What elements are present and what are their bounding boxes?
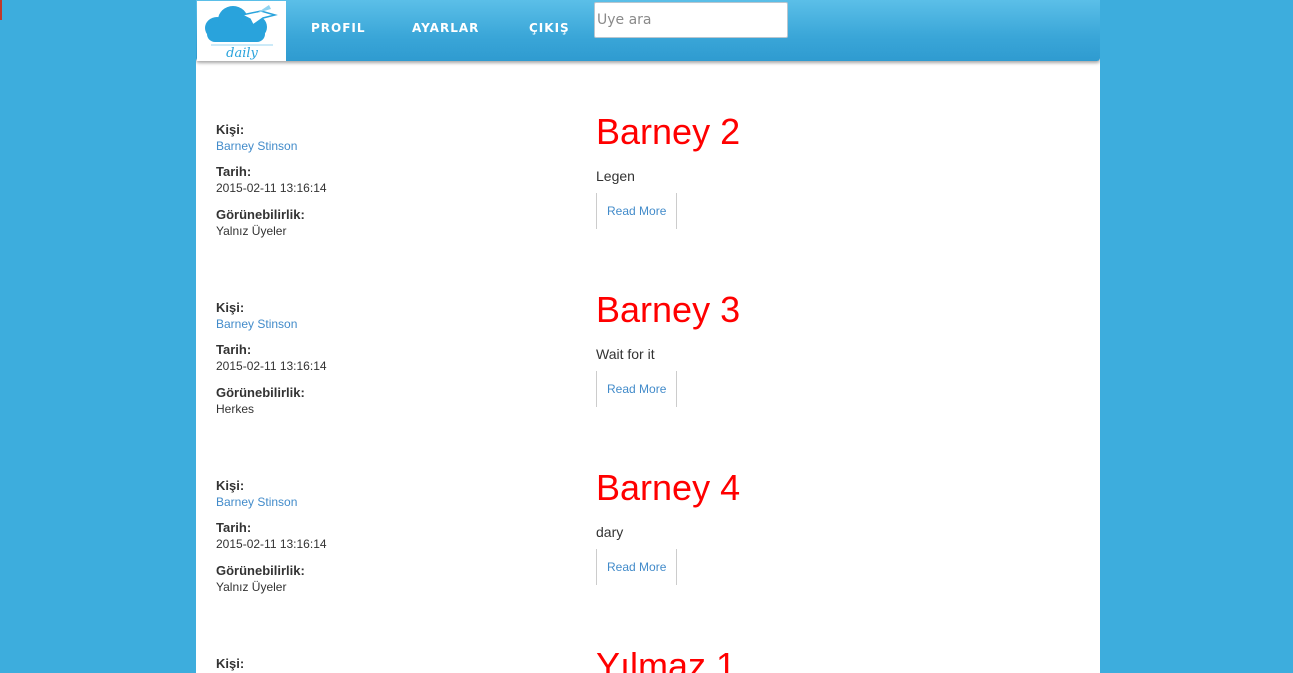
post-visibility: Yalnız Üyeler [216, 580, 287, 594]
post-title[interactable]: Barney 2 [596, 112, 740, 152]
logo-text: daily [226, 46, 258, 61]
date-label: Tarih: [216, 342, 252, 357]
visibility-label: Görünebilirlik: [216, 385, 305, 400]
post-excerpt: dary [596, 524, 624, 540]
daily-logo[interactable]: daily [197, 1, 286, 61]
page-container: daily PROFIL AYARLAR ÇIKIŞ Kişi: Barney … [196, 0, 1100, 673]
author-link[interactable]: Barney Stinson [216, 495, 297, 509]
post-visibility: Yalnız Üyeler [216, 224, 287, 238]
post-title[interactable]: Barney 3 [596, 290, 740, 330]
post-date: 2015-02-11 13:16:14 [216, 359, 327, 373]
cloud-logo-icon: daily [205, 5, 278, 61]
visibility-label: Görünebilirlik: [216, 207, 305, 222]
window-edge-marker [0, 0, 2, 20]
date-label: Tarih: [216, 164, 252, 179]
read-more-button[interactable]: Read More [596, 371, 678, 407]
post-title[interactable]: Barney 4 [596, 468, 740, 508]
author-link[interactable]: Barney Stinson [216, 317, 297, 331]
person-label: Kişi: [216, 122, 245, 137]
date-label: Tarih: [216, 520, 252, 535]
post-item: Kişi: Yılmaz 1 [196, 646, 1100, 673]
post-visibility: Herkes [216, 402, 255, 416]
post-date: 2015-02-11 13:16:14 [216, 181, 327, 195]
post-excerpt: Wait for it [596, 346, 655, 362]
person-label: Kişi: [216, 656, 245, 671]
author-link[interactable]: Barney Stinson [216, 139, 297, 153]
nav-logout-link[interactable]: ÇIKIŞ [529, 20, 570, 36]
post-item: Kişi: Barney Stinson Tarih: 2015-02-11 1… [196, 290, 1100, 468]
post-excerpt: Legen [596, 168, 635, 184]
read-more-button[interactable]: Read More [596, 193, 678, 229]
post-date: 2015-02-11 13:16:14 [216, 537, 327, 551]
post-item: Kişi: Barney Stinson Tarih: 2015-02-11 1… [196, 468, 1100, 646]
member-search-input[interactable] [594, 2, 788, 38]
post-item: Kişi: Barney Stinson Tarih: 2015-02-11 1… [196, 112, 1100, 290]
post-title[interactable]: Yılmaz 1 [596, 646, 736, 673]
top-navbar: daily PROFIL AYARLAR ÇIKIŞ [196, 0, 1100, 61]
person-label: Kişi: [216, 300, 245, 315]
visibility-label: Görünebilirlik: [216, 563, 305, 578]
nav-profile-link[interactable]: PROFIL [311, 20, 366, 36]
read-more-button[interactable]: Read More [596, 549, 678, 585]
nav-settings-link[interactable]: AYARLAR [412, 20, 479, 36]
person-label: Kişi: [216, 478, 245, 493]
